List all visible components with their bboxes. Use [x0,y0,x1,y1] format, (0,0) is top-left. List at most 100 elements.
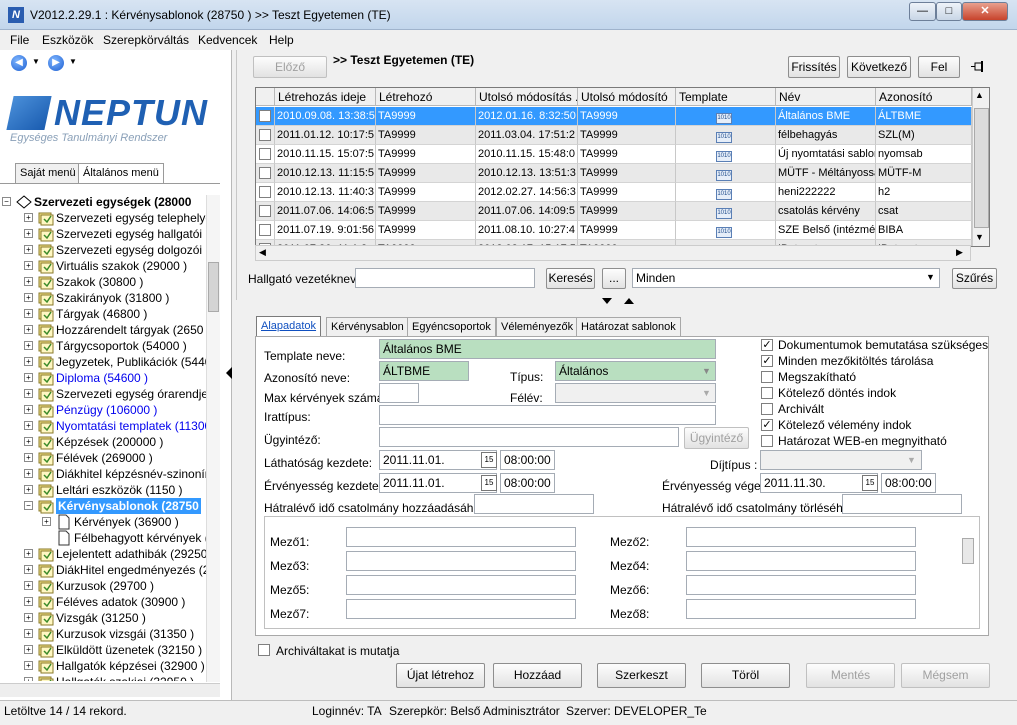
field-input[interactable] [346,527,576,547]
ugyintezo-input[interactable] [379,427,679,447]
tab-sajat-menu[interactable]: Saját menü [15,163,81,183]
template-file-icon[interactable]: 1010 [716,170,732,181]
expand-toggle-icon[interactable]: + [24,229,33,238]
minimize-button[interactable]: — [909,2,936,21]
hatra-torl-input[interactable] [842,494,962,514]
irat-input[interactable] [379,405,716,425]
template-file-icon[interactable]: 1010 [716,189,732,200]
search-input[interactable] [355,268,535,288]
archived-checkbox[interactable] [258,644,270,656]
expand-toggle-icon[interactable]: + [24,357,33,366]
row-checkbox[interactable] [259,186,271,198]
save-button[interactable]: Mentés [806,663,895,688]
expand-toggle-icon[interactable]: + [24,261,33,270]
back-arrow-icon[interactable]: ◀ [11,55,27,71]
grid-hscrollbar[interactable]: ◀ ▶ [255,245,971,261]
template-file-icon[interactable]: 1010 [716,227,732,238]
erv-kezd-date[interactable]: 2011.11.01. [379,473,497,493]
next-button[interactable]: Következő [847,56,911,78]
grid-scroll-thumb[interactable] [974,108,989,228]
search-button[interactable]: Keresés [546,268,595,289]
row-checkbox[interactable] [259,167,271,179]
expand-toggle-icon[interactable]: + [24,293,33,302]
tab-velemenyezok[interactable]: Véleményezők [496,317,579,337]
option-checkbox[interactable]: ✓ [761,339,773,351]
template-file-icon[interactable]: 1010 [716,132,732,143]
table-row[interactable]: 2010.12.13. 11:15:5 TA9999 2010.12.13. 13:… [256,164,972,183]
type-select[interactable]: Általános [555,361,716,381]
menu-szerepkorvaltas[interactable]: Szerepkörváltás [103,33,189,47]
up-button[interactable]: Fel [918,56,960,78]
menu-eszkozok[interactable]: Eszközök [42,33,93,47]
erv-vege-date[interactable]: 2011.11.30. [760,473,878,493]
semester-select[interactable] [555,383,716,403]
tab-altalanos-menu[interactable]: Általános menü [78,163,164,183]
lathato-time[interactable]: 08:00:00 [500,450,555,470]
forward-dropdown-icon[interactable]: ▼ [69,57,77,66]
table-row[interactable]: 2010.12.13. 11:40:3 TA9999 2012.02.27. 14:… [256,183,972,202]
option-checkbox[interactable] [761,435,773,447]
pin-icon[interactable] [970,60,986,74]
prev-button[interactable]: Előző [253,56,327,78]
expand-toggle-icon[interactable]: + [24,341,33,350]
expand-toggle-icon[interactable]: + [24,453,33,462]
grid-header-name[interactable]: Név [776,88,876,106]
max-input[interactable] [379,383,419,403]
tab-egyencsoportok[interactable]: Egyéncsoportok [407,317,496,337]
option-checkbox[interactable]: ✓ [761,355,773,367]
calendar-icon[interactable]: 15 [481,452,497,468]
cancel-button[interactable]: Mégsem [901,663,990,688]
expand-toggle-icon[interactable]: + [24,645,33,654]
field-input[interactable] [686,551,916,571]
field-input[interactable] [686,599,916,619]
expand-toggle-icon[interactable]: + [24,485,33,494]
delete-button[interactable]: Töröl [701,663,790,688]
edit-button[interactable]: Szerkeszt [597,663,686,688]
filter-button[interactable]: Szűrés [952,268,997,289]
expand-toggle-icon[interactable]: + [42,517,51,526]
table-row[interactable]: 2011.07.19. 9:01:56 TA9999 2011.08.10. 10:… [256,221,972,240]
expand-toggle-icon[interactable]: + [24,421,33,430]
expand-toggle-icon[interactable]: + [24,213,33,222]
forward-arrow-icon[interactable]: ▶ [48,55,64,71]
table-row[interactable]: 2011.07.06. 14:06:5 TA9999 2011.07.06. 14:… [256,202,972,221]
expand-toggle-icon[interactable]: + [24,677,33,681]
erv-vege-time[interactable]: 08:00:00 [881,473,936,493]
option-checkbox[interactable] [761,387,773,399]
table-row[interactable]: 2011.01.12. 10:17:5 TA9999 2011.03.04. 17:… [256,126,972,145]
dijtipus-select[interactable] [760,450,922,470]
tab-alapadatok[interactable]: Alapadatok [256,316,322,336]
tab-kervenysablon[interactable]: Kérvénysablon [326,317,409,337]
expand-toggle-icon[interactable]: + [24,389,33,398]
expand-toggle-icon[interactable]: + [24,373,33,382]
type-dropdown-icon[interactable]: ▼ [702,366,711,376]
semester-dropdown-icon[interactable]: ▼ [702,388,711,398]
expand-toggle-icon[interactable]: − [24,501,33,510]
filter-dropdown-icon[interactable]: ▼ [926,272,935,282]
option-checkbox[interactable] [761,403,773,415]
menu-kedvencek[interactable]: Kedvencek [198,33,257,47]
expand-toggle-icon[interactable]: + [24,245,33,254]
row-checkbox[interactable] [259,224,271,236]
row-checkbox[interactable] [259,129,271,141]
expand-toggle-icon[interactable]: + [24,565,33,574]
template-input[interactable]: Általános BME [379,339,716,359]
template-file-icon[interactable]: 1010 [716,151,732,162]
maximize-button[interactable]: □ [936,2,962,21]
table-row[interactable]: 2010.09.08. 13:38:5 TA9999 2012.01.16. 8:3… [256,107,972,126]
tab-hatarozat-sablonok[interactable]: Határozat sablonok [576,317,681,337]
field-input[interactable] [686,527,916,547]
expand-toggle-icon[interactable]: + [24,581,33,590]
close-button[interactable]: ✕ [962,2,1008,21]
field-input[interactable] [686,575,916,595]
expand-toggle-icon[interactable]: + [24,309,33,318]
splitter-arrows-icon[interactable] [597,296,645,306]
calendar-icon[interactable]: 15 [862,475,878,491]
dijtipus-dropdown-icon[interactable]: ▼ [907,455,916,465]
menu-help[interactable]: Help [269,33,294,47]
expand-toggle-icon[interactable]: + [24,469,33,478]
ugyintezo-button[interactable]: Ügyintéző [684,427,749,449]
grid-header-modifier[interactable]: Utolsó módosító [578,88,676,106]
menu-file[interactable]: File [10,33,29,47]
tree-scroll-thumb[interactable] [208,262,219,312]
